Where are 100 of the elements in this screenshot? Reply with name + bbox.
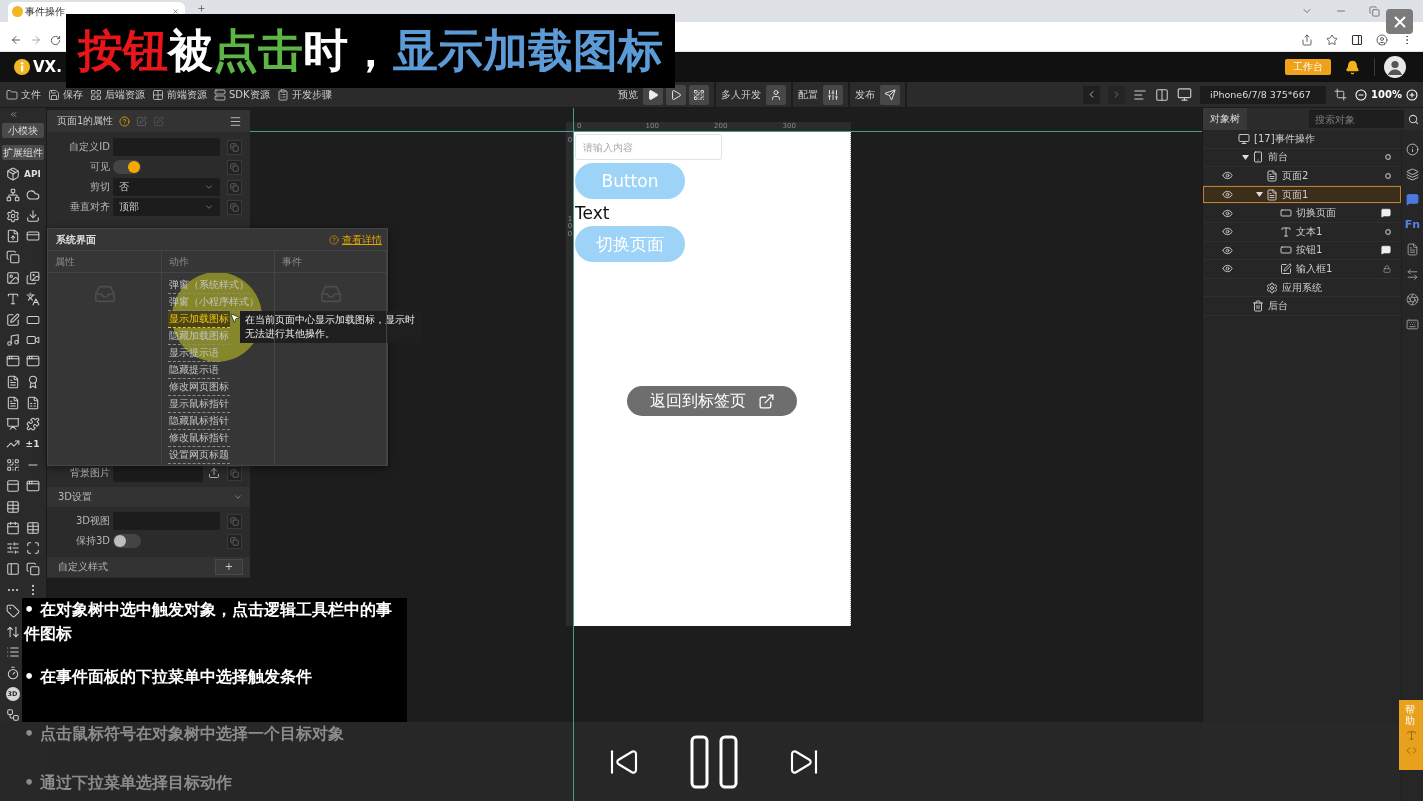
action-item[interactable]: 设置网页标题 <box>168 447 230 464</box>
return-to-tab-button[interactable]: 返回到标签页 <box>627 386 797 416</box>
sort-icon[interactable] <box>5 624 20 639</box>
download-icon[interactable] <box>25 208 40 223</box>
toolbar-menu-item[interactable]: 后端资源 <box>90 87 145 102</box>
action-item[interactable]: 隐藏鼠标指针 <box>168 413 230 430</box>
ring-icon[interactable] <box>1385 228 1391 235</box>
search-field[interactable]: 搜索对象 <box>1309 110 1404 128</box>
toggle-switch[interactable] <box>113 160 141 174</box>
ring-icon[interactable] <box>1385 173 1391 179</box>
action-item[interactable]: 显示鼠标指针 <box>168 396 230 413</box>
add-button[interactable]: + <box>215 559 243 575</box>
text-icon[interactable] <box>5 291 20 306</box>
tree-item[interactable]: 页面2 <box>1203 167 1401 186</box>
sliders-button[interactable] <box>823 84 843 105</box>
copy-icon[interactable] <box>25 562 40 577</box>
chevron-down-icon[interactable] <box>233 492 243 502</box>
card-icon[interactable] <box>25 229 40 244</box>
user-button[interactable] <box>766 84 786 105</box>
file-icon[interactable] <box>1406 243 1419 256</box>
reload-icon[interactable] <box>50 35 61 46</box>
section-header[interactable]: 3D设置 <box>47 487 250 507</box>
translate-icon[interactable] <box>25 291 40 306</box>
cloud-icon[interactable] <box>25 187 40 202</box>
action-item[interactable]: 修改网页图标 <box>168 379 230 396</box>
tree-item[interactable]: 前台 <box>1203 148 1401 168</box>
qr-code-button[interactable] <box>689 84 709 105</box>
close-button[interactable] <box>1386 9 1413 34</box>
list-icon[interactable] <box>5 645 20 660</box>
new-tab-icon[interactable] <box>197 4 206 13</box>
function-tile[interactable]: Fn <box>1404 218 1421 231</box>
expand-arrow-icon[interactable] <box>1256 191 1263 199</box>
tree-item[interactable]: 后台 <box>1203 297 1401 316</box>
crop-icon[interactable] <box>1334 88 1348 101</box>
toolbar-menu-item[interactable]: 保存 <box>48 87 83 102</box>
pause-icon[interactable] <box>690 734 738 789</box>
calendar-icon[interactable] <box>5 520 20 535</box>
tree-item[interactable]: 切换页面 <box>1203 204 1401 223</box>
table-icon[interactable] <box>25 520 40 535</box>
workflow-icon[interactable] <box>5 707 20 722</box>
copy-icon[interactable] <box>5 250 20 265</box>
star-icon[interactable] <box>1326 34 1338 46</box>
collapse-icon[interactable] <box>9 110 18 119</box>
action-item[interactable]: 显示提示语 <box>168 345 220 362</box>
sidebar-button[interactable]: 扩展组件 <box>2 145 44 160</box>
images-icon[interactable] <box>25 270 40 285</box>
lock-icon[interactable] <box>1383 264 1391 273</box>
action-item[interactable]: 修改鼠标指针 <box>168 430 230 447</box>
text-tile[interactable]: ±1 <box>25 439 40 450</box>
text-input[interactable]: 请输入内容 <box>575 134 722 160</box>
panel-tab[interactable]: 对象树 <box>1203 108 1247 130</box>
file-upload-icon[interactable] <box>5 229 20 244</box>
eye-icon[interactable] <box>1222 244 1233 256</box>
action-item[interactable]: 显示加载图标 <box>168 311 230 328</box>
dropdown[interactable]: 顶部 <box>113 198 220 216</box>
eye-icon[interactable] <box>1222 189 1233 201</box>
tag-icon[interactable] <box>5 603 20 618</box>
ring-icon[interactable] <box>1385 154 1391 161</box>
eye-icon[interactable] <box>1222 207 1233 219</box>
keyboard-icon[interactable] <box>1406 318 1419 331</box>
image-icon[interactable] <box>5 270 20 285</box>
gear-icon[interactable] <box>5 208 20 223</box>
toolbar-menu-item[interactable]: 前端资源 <box>152 87 207 102</box>
toolbar-menu-item[interactable]: 开发步骤 <box>276 87 332 102</box>
search-icon[interactable] <box>1408 113 1419 125</box>
document-icon[interactable] <box>5 374 20 389</box>
zoom-out-icon[interactable] <box>1355 88 1368 101</box>
tree-item[interactable]: 输入框1 <box>1203 260 1401 279</box>
window-icon[interactable] <box>25 354 40 369</box>
table-icon[interactable] <box>5 499 20 514</box>
tree-item[interactable]: 文本1 <box>1203 222 1401 242</box>
upload-icon[interactable] <box>208 467 220 479</box>
zoom-in-icon[interactable] <box>1406 88 1418 101</box>
timer-icon[interactable] <box>5 666 20 681</box>
share-icon[interactable] <box>1301 34 1313 46</box>
dropdown[interactable]: 否 <box>113 178 220 196</box>
sidebar-button[interactable]: 小模块 <box>2 123 44 138</box>
restore-icon[interactable] <box>1369 5 1380 17</box>
monitor-icon[interactable] <box>1177 87 1193 102</box>
tree-item[interactable]: 应用系统 <box>1203 278 1401 298</box>
window-icon[interactable] <box>25 478 40 493</box>
section-header[interactable]: 自定义样式 + <box>47 557 250 577</box>
qr-code-icon[interactable] <box>5 458 20 473</box>
spreadsheet-icon[interactable] <box>25 395 40 410</box>
expand-arrow-icon[interactable] <box>1242 153 1249 161</box>
layers-icon[interactable] <box>1406 168 1419 181</box>
music-icon[interactable] <box>5 333 20 348</box>
action-item[interactable]: 隐藏提示语 <box>168 362 220 379</box>
tree-item[interactable]: 按钮1 <box>1203 241 1401 261</box>
columns-icon[interactable] <box>1155 87 1170 102</box>
toggle-switch[interactable] <box>113 534 141 548</box>
play-button[interactable] <box>666 84 686 105</box>
view-details-link[interactable]: 查看详情 <box>329 232 382 247</box>
document-icon[interactable] <box>5 395 20 410</box>
close-tab-icon[interactable] <box>172 8 179 15</box>
fullscreen-icon[interactable] <box>25 541 40 556</box>
window-icon[interactable] <box>5 354 20 369</box>
help-icon[interactable] <box>119 115 131 127</box>
toolbar-menu-item[interactable]: 文件 <box>6 87 41 102</box>
avatar-icon[interactable] <box>1384 56 1406 78</box>
